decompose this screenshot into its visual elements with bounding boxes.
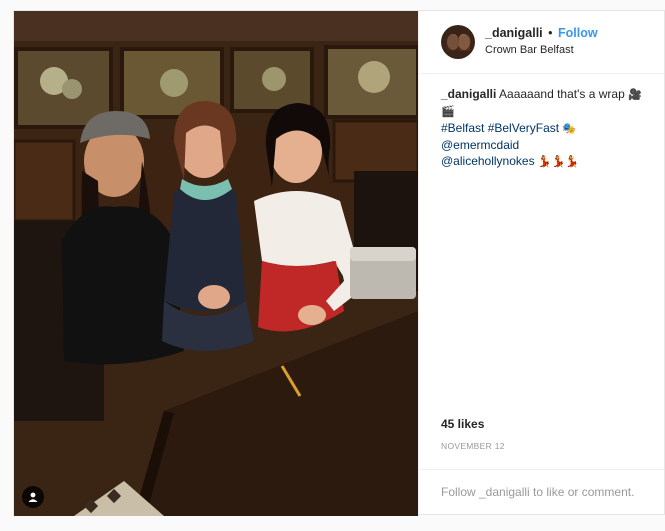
follow-button[interactable]: Follow [558, 26, 598, 40]
post-date[interactable]: November 12 [419, 431, 664, 451]
post-photo[interactable] [14, 11, 418, 516]
comment-footer: Follow _danigalli to like or comment. [419, 469, 664, 514]
location-link[interactable]: Crown Bar Belfast [485, 44, 598, 58]
user-tag-button[interactable] [22, 486, 44, 508]
post-caption: _danigalli Aaaaaand that's a wrap 🎥🎬 #Be… [419, 74, 664, 417]
separator-dot: • [548, 25, 553, 40]
hashtag-belfast[interactable]: #Belfast [441, 121, 484, 135]
login-to-comment-link[interactable]: Follow _danigalli to like or comment. [441, 485, 634, 499]
author-username-link[interactable]: _danigalli [485, 26, 543, 40]
post-modal: _danigalli • Follow Crown Bar Belfast _d… [13, 10, 665, 516]
caption-username-link[interactable]: _danigalli [441, 87, 496, 101]
photo-scene [14, 11, 418, 516]
header-line: _danigalli • Follow [485, 26, 598, 42]
avatar[interactable] [441, 25, 475, 59]
hashtag-belveryfast[interactable]: #BelVeryFast [488, 121, 559, 135]
mention-emermcdaid[interactable]: @emermcdaid [441, 138, 519, 152]
likes-count[interactable]: 45 likes [419, 417, 664, 431]
post-header: _danigalli • Follow Crown Bar Belfast [419, 11, 664, 74]
mention-alicehollynokes[interactable]: @alicehollynokes [441, 154, 535, 168]
caption-emoji-masks: 🎭 [562, 122, 577, 135]
header-text: _danigalli • Follow Crown Bar Belfast [485, 26, 598, 58]
post-sidebar: _danigalli • Follow Crown Bar Belfast _d… [418, 11, 664, 514]
person-tag-icon [28, 492, 38, 502]
caption-emoji-dancers: 💃💃💃 [537, 155, 579, 168]
caption-text: Aaaaaand that's a wrap [499, 87, 625, 101]
